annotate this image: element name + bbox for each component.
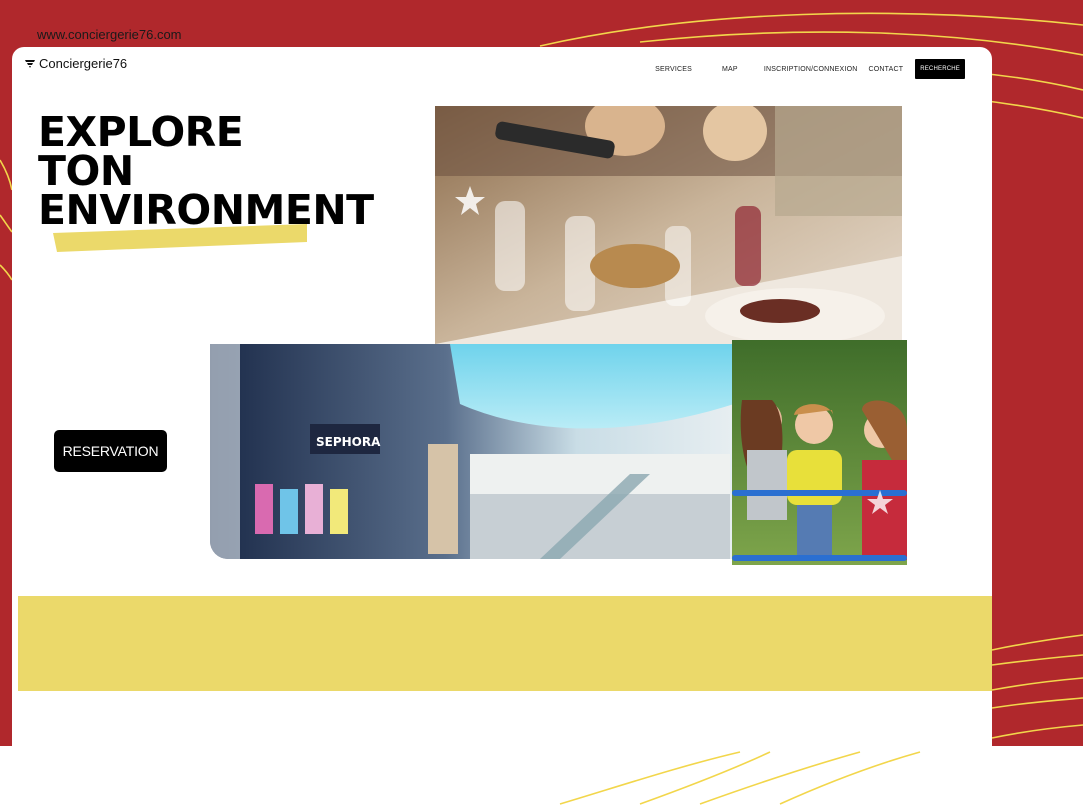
nav-services[interactable]: SERVICES <box>655 66 692 73</box>
nav-inscription-connexion[interactable]: INSCRIPTION/CONNEXION <box>764 66 858 73</box>
nav-contact[interactable]: CONTACT <box>868 66 903 73</box>
nav-map[interactable]: MAP <box>722 66 738 73</box>
restaurant-dinner-photo <box>435 106 902 344</box>
shopping-mall-photo: SEPHORA <box>210 344 734 559</box>
hero-title-line-3: ENVIRONMENT <box>38 186 374 234</box>
reservation-button[interactable]: RESERVATION <box>54 430 167 472</box>
site-url: www.conciergerie76.com <box>37 27 182 42</box>
decorative-bottom-curves <box>559 751 921 805</box>
search-button[interactable]: RECHERCHE <box>915 59 965 79</box>
brand-name: Conciergerie76 <box>39 56 128 71</box>
brand-logo[interactable]: Conciergerie76 <box>25 56 127 71</box>
yellow-banner <box>18 596 992 691</box>
children-playground-photo <box>732 340 907 565</box>
hero-title: EXPLORE TON ENVIRONMENT <box>38 112 374 234</box>
top-navigation: SERVICES MAP INSCRIPTION/CONNEXION CONTA… <box>655 59 965 79</box>
website-page: Conciergerie76 SERVICES MAP INSCRIPTION/… <box>12 47 992 746</box>
svg-text:SEPHORA: SEPHORA <box>316 435 381 449</box>
wifi-icon <box>25 59 35 68</box>
